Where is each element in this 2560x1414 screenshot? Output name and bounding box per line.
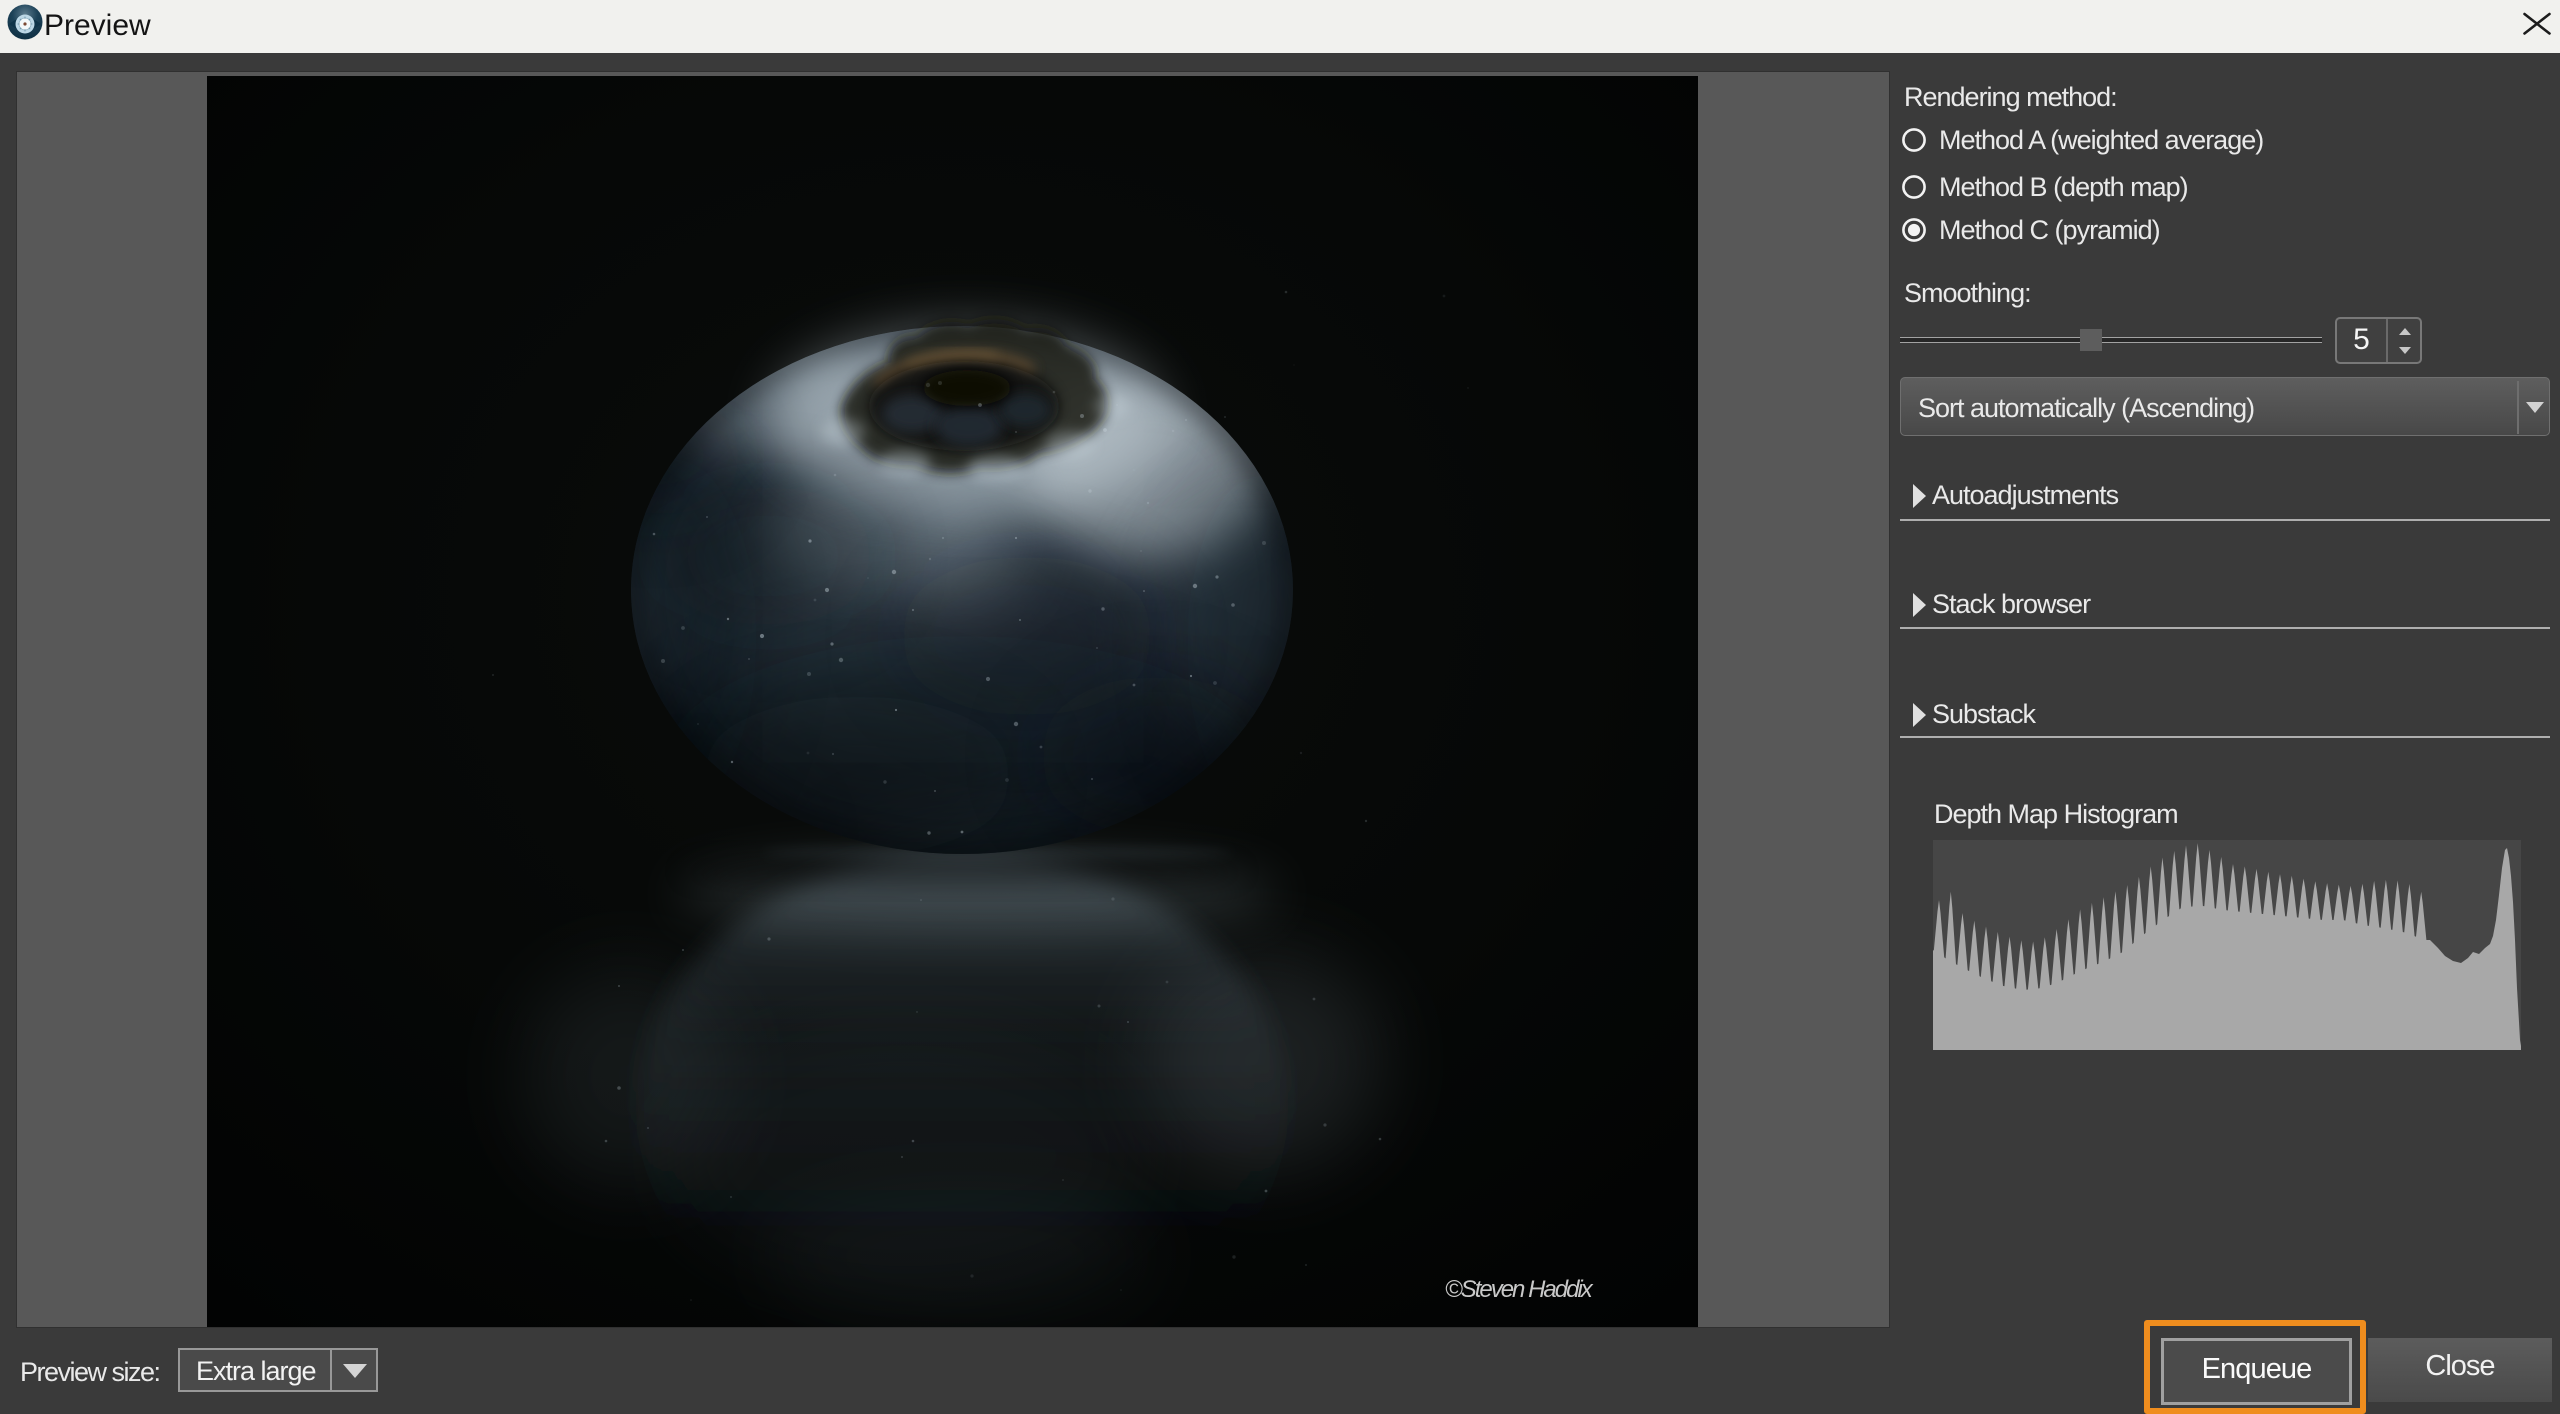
svg-text:©Steven Haddix: ©Steven Haddix	[1445, 1276, 1594, 1303]
